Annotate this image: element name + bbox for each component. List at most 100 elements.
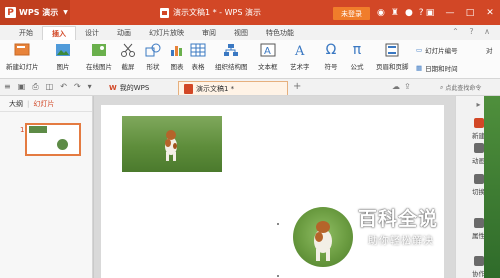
presentation-icon [184,83,193,94]
watermark-subtitle: 助你轻松解决 [368,236,434,247]
quick-access-bar: ≡ ▣ ⎙ ◫ ↶ ↷ ▾ W 我的WPS 演示文稿1 * + ☁ ⇪ ⌕ 点此… [0,79,500,96]
cloud-icon[interactable]: ☁ [392,82,400,91]
slide-panel: 大纲 | 幻灯片 1 [0,96,93,278]
header-footer-button[interactable]: 页眉和页脚 [376,42,409,71]
docbar-right-icons: ☁ ⇪ [392,82,411,91]
tab-outline[interactable]: 大纲 [9,99,23,109]
dog-circle-image [314,221,332,261]
slide-canvas [94,96,455,278]
tab-my-wps[interactable]: W 我的WPS [104,81,154,95]
presentation-icon [160,7,169,18]
picture-icon [55,42,71,58]
tab-document-label: 演示文稿1 * [196,84,235,93]
tab-review[interactable]: 审阅 [193,26,225,40]
close-icon[interactable]: ✕ [480,8,500,18]
thumbnail-circle-photo [57,139,68,150]
new-tab-icon[interactable]: + [293,81,301,92]
wordart-button[interactable]: A 艺术字 [290,42,310,71]
collab-icon [473,256,484,266]
watermark: 百科全说 助你轻松解决 [358,204,458,250]
tab-features[interactable]: 特色功能 [257,26,303,40]
ribbon-options-icons[interactable]: ⌃ ? ∧ [452,27,494,36]
chart-label: 图表 [170,63,184,71]
tab-design[interactable]: 设计 [76,26,108,40]
dropdown-icon[interactable]: ▾ [88,82,92,92]
share-icon[interactable]: ⇪ [404,82,411,91]
chevron-down-icon: ▼ [63,9,68,16]
print-icon[interactable]: ⎙ [32,82,38,92]
menu-icon[interactable]: ≡ [4,82,11,92]
tab-view[interactable]: 视图 [225,26,257,40]
slide-panel-tabs: 大纲 | 幻灯片 [0,96,92,112]
textbox-label: 文本框 [258,63,278,71]
app-menu-button[interactable]: P WPS 演示 ▼ [0,0,70,25]
tab-home[interactable]: 开始 [10,26,42,40]
object-label: 对 [486,47,493,55]
calendar-icon: ▦ [416,64,423,72]
menu-bar: 开始 插入 设计 动画 幻灯片放映 审阅 视图 特色功能 ⌃ ? ∧ [0,25,500,40]
quick-access-icons: ≡ ▣ ⎙ ◫ ↶ ↷ ▾ [0,82,92,92]
properties-icon [473,218,484,228]
title-bar: P WPS 演示 ▼ 演示文稿1 * - WPS 演示 未登录 ◉ ♜ ● ? … [0,0,500,25]
tab-insert[interactable]: 插入 [42,26,76,40]
new-slide-button[interactable]: 新建幻灯片 [6,42,39,71]
undo-icon[interactable]: ↶ [60,82,67,92]
tab-document[interactable]: 演示文稿1 * [178,81,288,95]
maximize-icon[interactable]: □ [460,8,480,18]
tab-slideshow[interactable]: 幻灯片放映 [140,26,193,40]
online-picture-button[interactable]: 在线图片 [86,42,112,71]
slide[interactable] [101,105,444,278]
preview-icon[interactable]: ◫ [46,82,54,92]
symbol-button[interactable]: Ω 符号 [323,42,339,71]
slide-number-button[interactable]: ▭ 幻灯片编号 [416,45,458,55]
pi-icon: π [352,42,362,58]
header-footer-icon [384,42,400,58]
restore-icon[interactable]: ▣ [420,8,440,18]
user-icon[interactable]: ● [405,8,413,18]
wordart-icon: A [292,42,308,58]
wordart-label: 艺术字 [290,63,310,71]
table-button[interactable]: 表格 [190,42,206,71]
picture-button[interactable]: 图片 [55,42,71,71]
slide-number-label: 幻灯片编号 [425,47,458,55]
date-time-button[interactable]: ▦ 日期和时间 [416,63,458,73]
tab-animation[interactable]: 动画 [108,26,140,40]
dog-image [165,130,177,161]
shapes-button[interactable]: 形状 [145,42,161,71]
thumbnail-photo [29,126,47,133]
screenshot-button[interactable]: 截屏 [120,42,136,71]
minimize-icon[interactable]: — [440,8,460,18]
slide-thumbnail[interactable] [25,123,81,156]
command-search[interactable]: ⌕ 点此查找命令 [440,82,498,93]
animation-icon [473,143,484,153]
window-controls: ▣ — □ ✕ [420,0,500,25]
dog-circle-photo[interactable] [293,207,353,267]
chart-button[interactable]: 图表 [169,42,185,71]
shirt-icon[interactable]: ♜ [391,8,399,18]
shapes-icon [145,42,161,58]
online-picture-icon [91,42,107,58]
object-button[interactable]: 对 [486,45,493,55]
redo-icon[interactable]: ↷ [74,82,81,92]
formula-button[interactable]: π 公式 [349,42,365,71]
window-title: 演示文稿1 * - WPS 演示 [160,0,261,25]
selection-handle[interactable] [277,275,279,277]
new-icon [473,118,484,128]
dog-photo[interactable] [122,116,222,172]
app-name: WPS 演示 [19,8,59,17]
login-button[interactable]: 未登录 [333,7,370,20]
chart-icon [169,42,185,58]
symbol-label: 符号 [324,63,338,71]
selection-handle[interactable] [277,223,279,225]
tab-slides[interactable]: 幻灯片 [33,99,54,109]
window-title-text: 演示文稿1 * - WPS 演示 [173,8,261,17]
new-slide-icon [14,42,30,58]
org-chart-button[interactable]: 组织结构图 [215,42,248,71]
save-icon[interactable]: ▣ [18,82,26,92]
new-slide-label: 新建幻灯片 [6,63,39,71]
svg-text:A: A [294,44,305,57]
skin-icon[interactable]: ◉ [377,8,385,18]
textbox-button[interactable]: A 文本框 [258,42,278,71]
org-chart-icon [223,42,239,58]
online-picture-label: 在线图片 [86,63,112,71]
